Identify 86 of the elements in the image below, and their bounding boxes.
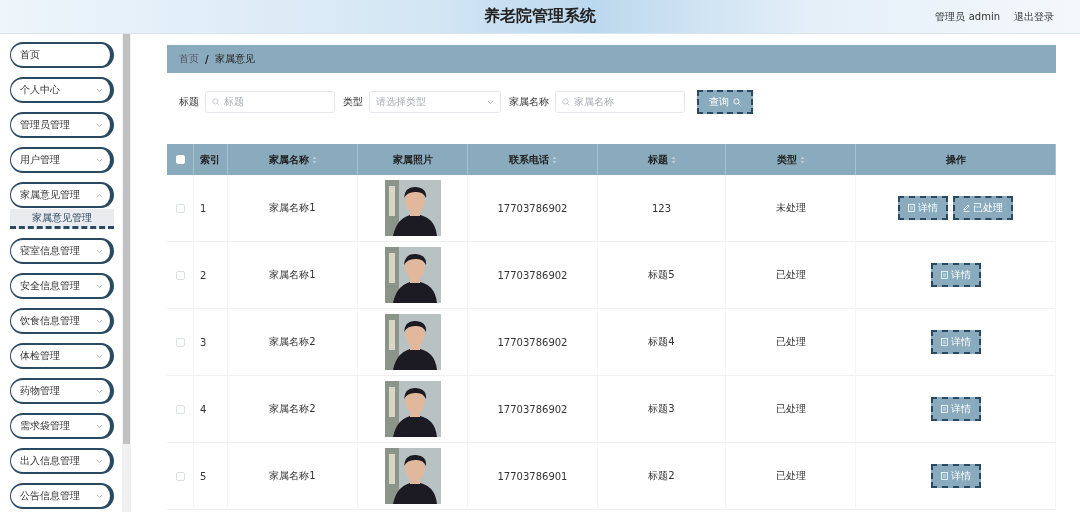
table-cell: 17703786902 <box>497 336 568 348</box>
breadcrumb-separator: / <box>205 53 209 65</box>
chevron-icon <box>96 318 103 324</box>
table-cell: 已处理 <box>775 469 806 483</box>
sidebar-item[interactable]: 个人中心 <box>10 77 114 103</box>
table-cell: 家属名称2 <box>269 402 316 416</box>
table-cell: 标题2 <box>648 469 675 483</box>
sidebar-item[interactable]: 需求袋管理 <box>10 413 114 439</box>
table-cell: 标题3 <box>648 402 675 416</box>
chevron-icon <box>96 157 103 163</box>
column-header: 家属照片 <box>358 144 468 175</box>
sidebar-item[interactable]: 管理员管理 <box>10 112 114 138</box>
pencil-icon <box>963 204 970 212</box>
sort-icon[interactable] <box>799 155 805 164</box>
table-cell: 家属名称1 <box>269 268 316 282</box>
sidebar-item[interactable]: 安全信息管理 <box>10 273 114 299</box>
column-header[interactable]: 家属名称 <box>228 144 358 175</box>
chevron-icon <box>96 493 103 499</box>
document-icon <box>940 405 948 413</box>
field-label: 家属名称 <box>509 95 549 109</box>
scrollbar[interactable] <box>122 34 131 512</box>
table-cell: 家属名称2 <box>269 335 316 349</box>
table-cell: 标题4 <box>648 335 675 349</box>
sidebar-item[interactable]: 药物管理 <box>10 378 114 404</box>
sidebar-item[interactable]: 用户管理 <box>10 147 114 173</box>
table-cell: 17703786902 <box>497 269 568 281</box>
row-checkbox[interactable] <box>175 270 185 280</box>
sidebar-item[interactable]: 首页 <box>10 42 114 68</box>
table-cell: 2 <box>200 269 207 281</box>
table-cell: 3 <box>200 336 207 348</box>
chevron-icon <box>96 87 103 93</box>
table-cell: 5 <box>200 470 207 482</box>
table-cell: 已处理 <box>775 402 806 416</box>
table-cell: 17703786901 <box>497 470 568 482</box>
document-icon <box>940 271 948 279</box>
select-all-checkbox[interactable] <box>175 155 185 164</box>
column-header[interactable]: 类型 <box>726 144 856 175</box>
sort-icon[interactable] <box>551 155 557 164</box>
table-cell: 已处理 <box>775 335 806 349</box>
breadcrumb-item: 家属意见 <box>214 52 255 66</box>
column-header[interactable]: 标题 <box>598 144 726 175</box>
table-cell: 4 <box>200 403 207 415</box>
sidebar-item[interactable]: 公告信息管理 <box>10 483 114 509</box>
search-icon <box>733 98 741 106</box>
chevron-icon <box>96 283 103 289</box>
user-name: 管理员 admin <box>935 9 1000 24</box>
sidebar-item[interactable]: 体检管理 <box>10 343 114 369</box>
search-icon <box>562 98 570 106</box>
sidebar-item[interactable]: 饮食信息管理 <box>10 308 114 334</box>
table-cell: 17703786902 <box>497 403 568 415</box>
sidebar-item[interactable]: 寝室信息管理 <box>10 238 114 264</box>
table-cell: 家属名称1 <box>269 469 316 483</box>
table-cell: 已处理 <box>775 268 806 282</box>
document-icon <box>940 338 948 346</box>
document-icon <box>940 472 948 480</box>
column-header: 操作 <box>856 144 1056 175</box>
sidebar-subitem[interactable]: 家属意见管理 <box>10 209 114 229</box>
column-header[interactable]: 联系电话 <box>468 144 598 175</box>
chevron-icon <box>96 353 103 359</box>
table-cell: 标题5 <box>648 268 675 282</box>
chevron-icon <box>96 388 103 394</box>
table-cell: 123 <box>651 202 672 214</box>
app-title: 养老院管理系统 <box>484 6 596 27</box>
table-cell: 家属名称1 <box>269 201 316 215</box>
row-checkbox[interactable] <box>175 471 185 481</box>
search-icon <box>212 98 220 106</box>
row-checkbox[interactable] <box>175 203 185 213</box>
chevron-icon <box>96 458 103 464</box>
sidebar-item[interactable]: 家属意见管理 <box>10 182 114 208</box>
chevron-icon <box>96 122 103 128</box>
table-cell: 未处理 <box>775 201 806 215</box>
document-icon <box>908 204 915 212</box>
row-checkbox[interactable] <box>175 404 185 414</box>
sort-icon[interactable] <box>670 155 676 164</box>
table-cell: 17703786902 <box>497 202 568 214</box>
table-cell: 1 <box>200 202 207 214</box>
field-label: 标题 <box>179 95 199 109</box>
sort-icon[interactable] <box>311 155 317 164</box>
row-checkbox[interactable] <box>175 337 185 347</box>
field-label: 类型 <box>343 95 363 109</box>
chevron-icon <box>96 423 103 429</box>
chevron-icon <box>487 99 494 105</box>
logout-link[interactable]: 退出登录 <box>1014 9 1054 24</box>
column-header: 索引 <box>194 144 228 175</box>
chevron-icon <box>96 248 103 254</box>
sidebar-item[interactable]: 出入信息管理 <box>10 448 114 474</box>
